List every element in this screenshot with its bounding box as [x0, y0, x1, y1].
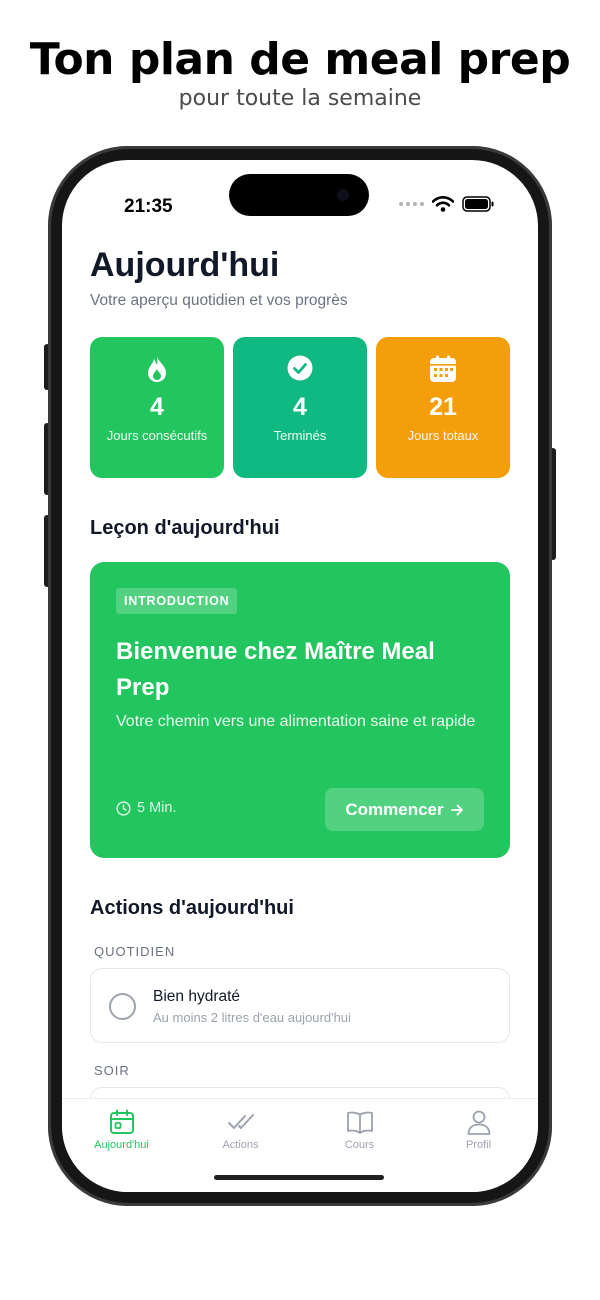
flame-icon	[148, 356, 166, 382]
arrow-right-icon	[450, 804, 463, 815]
tab-courses[interactable]: Cours	[300, 1107, 419, 1151]
stat-value: 21	[429, 393, 457, 421]
tab-actions[interactable]: Actions	[181, 1107, 300, 1151]
start-lesson-label: Commencer	[345, 799, 444, 819]
page-title: Aujourd'hui	[90, 246, 280, 284]
lesson-duration-text: 5 Min.	[137, 800, 177, 816]
stat-card-completed[interactable]: 4 Terminés	[233, 337, 367, 478]
status-icons	[399, 196, 494, 212]
stat-value: 4	[293, 393, 307, 421]
calendar-icon	[430, 355, 456, 382]
promo-subtitle: pour toute la semaine	[178, 86, 422, 111]
lesson-duration: 5 Min.	[116, 800, 177, 816]
action-checkbox[interactable]	[109, 993, 136, 1020]
phone-frame: 21:35 Aujourd'hui Votre aperçu quotidien…	[48, 146, 552, 1206]
actions-section-title: Actions d'aujourd'hui	[90, 897, 294, 919]
lesson-section-title: Leçon d'aujourd'hui	[90, 517, 280, 539]
check-circle-icon	[287, 355, 313, 381]
promo-title: Ton plan de meal prep	[29, 34, 571, 85]
tab-label: Profil	[465, 1139, 492, 1151]
camera-lens	[337, 189, 349, 201]
status-time: 21:35	[124, 196, 173, 217]
tab-label: Actions	[222, 1139, 259, 1151]
stat-label: Terminés	[273, 428, 327, 443]
lesson-title: Bienvenue chez Maître Meal Prep	[116, 638, 435, 701]
start-lesson-button[interactable]: Commencer	[325, 788, 484, 831]
page-subtitle: Votre aperçu quotidien et vos progrès	[90, 292, 348, 309]
double-check-icon	[227, 1114, 254, 1129]
calendar-icon	[109, 1109, 134, 1134]
tab-label: Aujourd'hui	[94, 1139, 149, 1151]
tab-profile[interactable]: Profil	[419, 1107, 538, 1151]
clock-icon	[116, 800, 131, 816]
tab-label: Cours	[344, 1139, 375, 1151]
home-indicator[interactable]	[214, 1175, 384, 1180]
lesson-badge: INTRODUCTION	[116, 588, 238, 614]
battery-icon	[462, 196, 494, 212]
lesson-card[interactable]: INTRODUCTION Bienvenue chez Maître Meal …	[90, 562, 510, 858]
app-screen: 21:35 Aujourd'hui Votre aperçu quotidien…	[62, 160, 538, 1192]
signal-dots-icon	[399, 202, 424, 206]
stat-card-streak[interactable]: 4 Jours consécutifs	[90, 337, 224, 478]
action-description: Au moins 2 litres d'eau aujourd'hui	[153, 1010, 351, 1025]
action-item[interactable]: Bien hydraté Au moins 2 litres d'eau auj…	[90, 968, 510, 1043]
group-label-daily: QUOTIDIEN	[94, 944, 176, 959]
stat-card-total-days[interactable]: 21 Jours totaux	[376, 337, 510, 478]
person-icon	[467, 1110, 490, 1135]
book-icon	[346, 1111, 373, 1134]
tab-today[interactable]: Aujourd'hui	[62, 1107, 181, 1151]
stat-label: Jours totaux	[407, 428, 479, 443]
dynamic-island	[229, 174, 369, 216]
stat-value: 4	[150, 393, 164, 421]
lesson-description: Votre chemin vers une alimentation saine…	[116, 713, 476, 730]
action-name: Bien hydraté	[153, 988, 241, 1005]
stat-label: Jours consécutifs	[106, 428, 208, 443]
wifi-icon	[432, 196, 454, 212]
group-label-evening: SOIR	[94, 1063, 130, 1078]
